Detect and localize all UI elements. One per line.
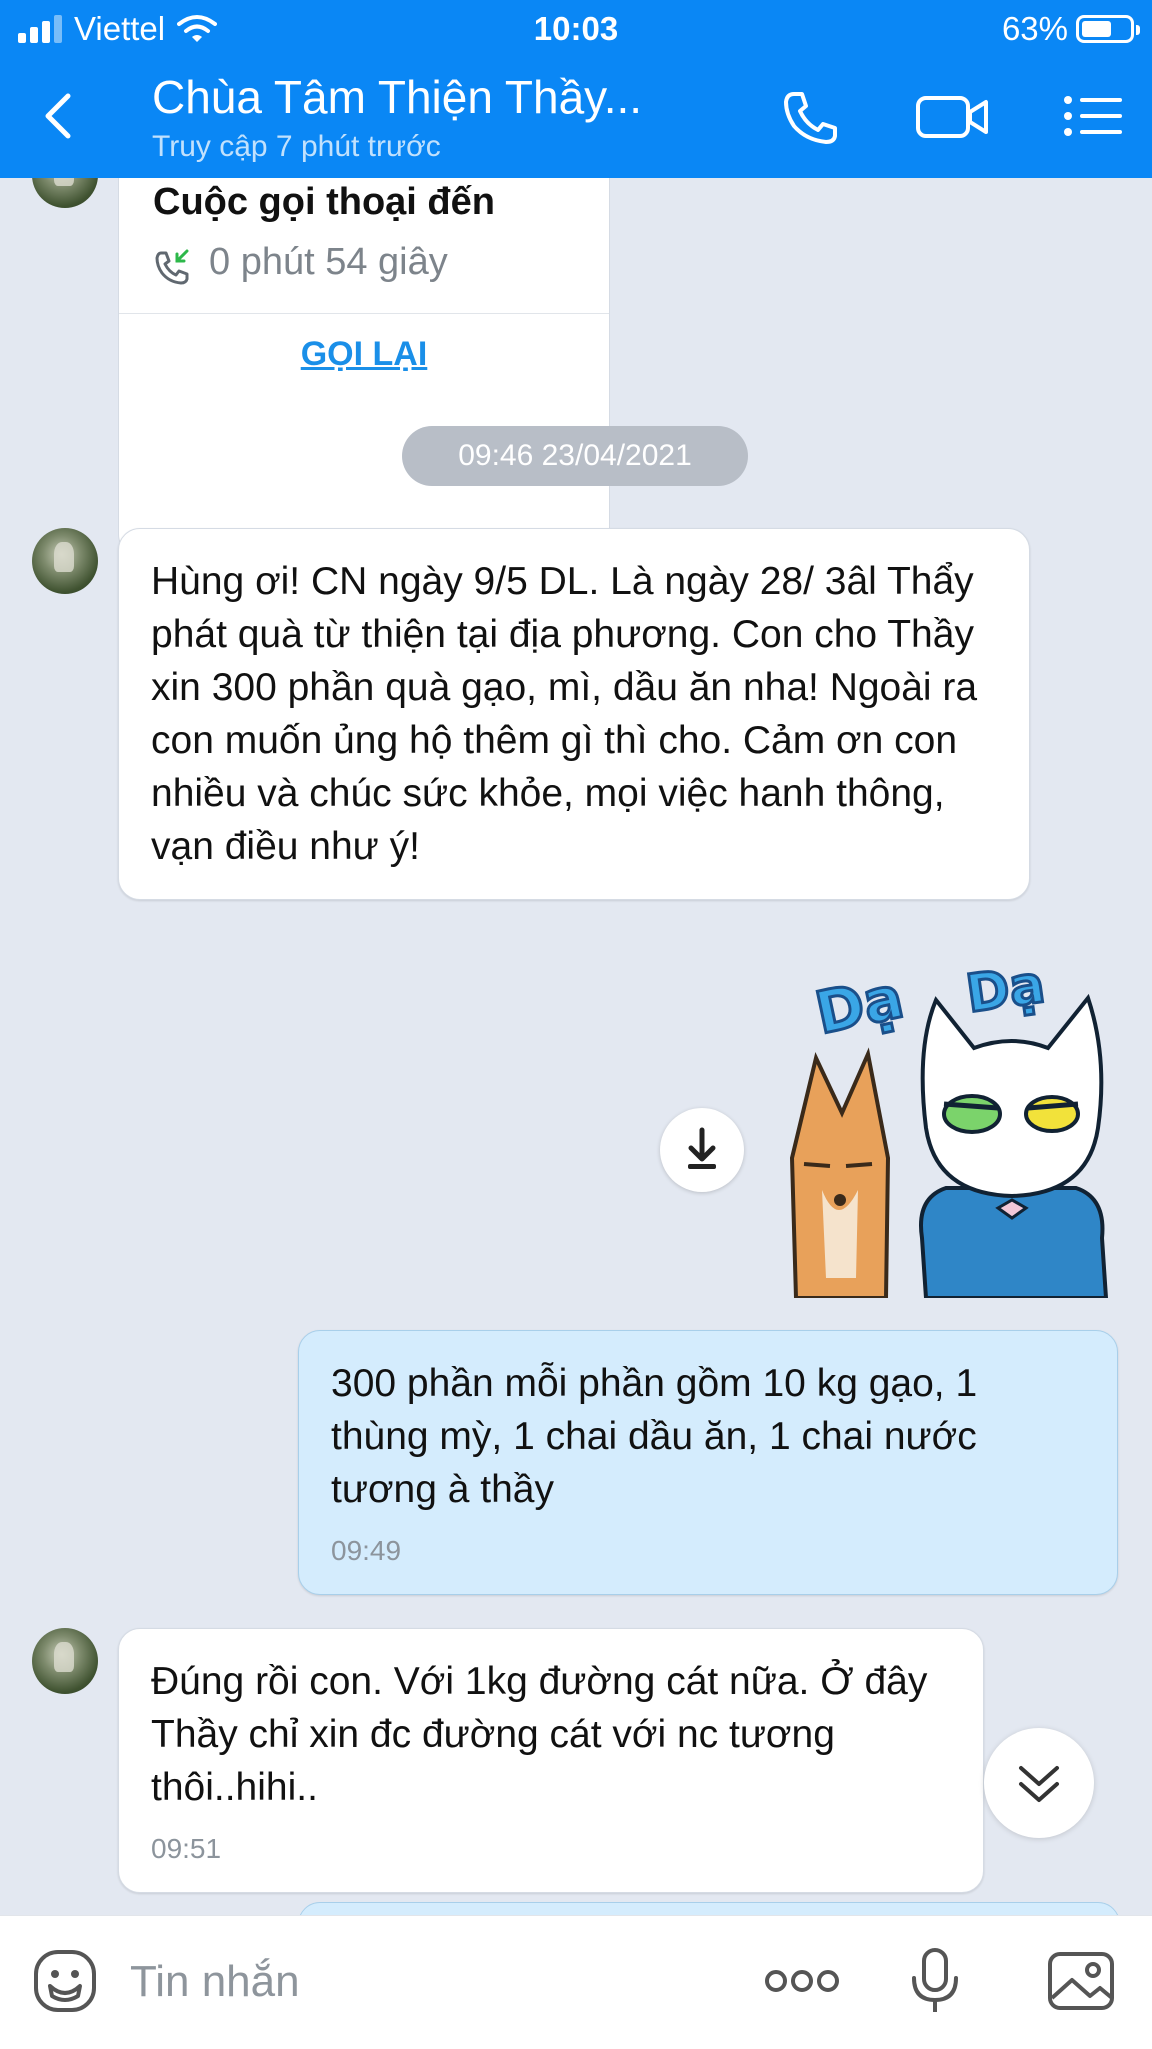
- my-message-bubble[interactable]: 300 phần mỗi phần gồm 10 kg gạo, 1 thùng…: [298, 1330, 1118, 1595]
- avatar[interactable]: [32, 178, 98, 208]
- more-icon[interactable]: [762, 1946, 842, 2016]
- message-bubble[interactable]: Đúng rồi con. Với 1kg đường cát nữa. Ở đ…: [118, 1628, 984, 1893]
- chat-area[interactable]: Cuộc gọi thoại đến 0 phút 54 giây GỌI LẠ…: [0, 178, 1152, 1915]
- microphone-icon[interactable]: [900, 1946, 970, 2016]
- sticker-text-left: Dạ: [810, 963, 910, 1048]
- image-icon[interactable]: [1046, 1946, 1116, 2016]
- video-call-icon[interactable]: [912, 86, 992, 146]
- call-duration: 0 phút 54 giây: [209, 241, 448, 283]
- message-text: Hùng ơi! CN ngày 9/5 DL. Là ngày 28/ 3âl…: [151, 560, 978, 868]
- call-back-link[interactable]: GỌI LẠI: [119, 335, 609, 374]
- message-time: 09:49: [331, 1535, 402, 1566]
- last-seen: Truy cập 7 phút trước: [152, 130, 441, 163]
- top-bar: Viettel 10:03 63% Chùa Tâm Thiện Thầy...…: [0, 0, 1152, 178]
- sticker[interactable]: Dạ Dạ: [776, 938, 1116, 1298]
- battery-icon: [1076, 15, 1140, 43]
- download-icon: [688, 1127, 716, 1169]
- chat-title[interactable]: Chùa Tâm Thiện Thầy...: [152, 70, 642, 124]
- download-button[interactable]: [660, 1108, 744, 1192]
- message-text: Đúng rồi con. Với 1kg đường cát nữa. Ở đ…: [151, 1660, 928, 1809]
- message-bubble[interactable]: Hùng ơi! CN ngày 9/5 DL. Là ngày 28/ 3âl…: [118, 528, 1030, 900]
- call-card: Cuộc gọi thoại đến 0 phút 54 giây GỌI LẠ…: [118, 178, 610, 558]
- avatar[interactable]: [32, 1628, 98, 1694]
- phone-icon[interactable]: [776, 86, 846, 146]
- scroll-down-button[interactable]: [984, 1728, 1094, 1838]
- message-text: 300 phần mỗi phần gồm 10 kg gạo, 1 thùng…: [331, 1362, 978, 1511]
- scroll-down-icon: [1019, 1766, 1059, 1802]
- divider: [119, 313, 609, 314]
- emoji-icon[interactable]: [30, 1946, 100, 2016]
- call-card-title: Cuộc gọi thoại đến: [153, 181, 495, 223]
- clock: 10:03: [533, 10, 619, 47]
- menu-list-icon[interactable]: [1060, 86, 1130, 146]
- battery: 63%: [1001, 10, 1140, 48]
- input-bar: [0, 1915, 1152, 2049]
- nav-bar: Chùa Tâm Thiện Thầy... Truy cập 7 phút t…: [0, 56, 1152, 178]
- sticker-text-right: Dạ: [963, 955, 1049, 1025]
- incoming-call-icon: [155, 249, 189, 285]
- message-time: 09:51: [151, 1833, 222, 1864]
- time-separator: 09:46 23/04/2021: [402, 426, 748, 486]
- avatar[interactable]: [32, 528, 98, 594]
- battery-percent: 63%: [1001, 10, 1068, 47]
- my-message-bubble[interactable]: [298, 1902, 1120, 1915]
- message-input[interactable]: [128, 1946, 732, 2018]
- back-icon[interactable]: [30, 86, 90, 146]
- status-bar: Viettel 10:03 63%: [0, 0, 1152, 56]
